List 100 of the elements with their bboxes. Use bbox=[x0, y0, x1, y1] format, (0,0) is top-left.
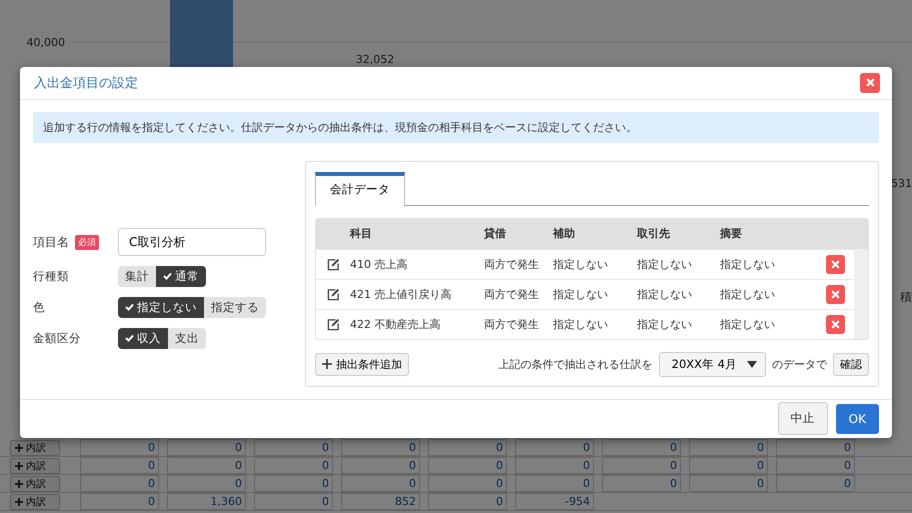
column-header: 貸借 bbox=[484, 226, 507, 242]
amount-field[interactable]: 0 bbox=[428, 439, 507, 456]
amount-field[interactable]: 0 bbox=[341, 457, 420, 474]
required-badge: 必須 bbox=[75, 234, 99, 250]
plus-icon bbox=[14, 496, 24, 506]
amount-field[interactable]: 0 bbox=[167, 457, 246, 474]
plus-icon bbox=[14, 478, 24, 488]
table-cell-text: 指定しない bbox=[720, 316, 776, 332]
delete-button[interactable] bbox=[826, 314, 845, 334]
amount-field[interactable]: 852 bbox=[341, 493, 420, 510]
dialog-title: 入出金項目の設定 bbox=[34, 74, 138, 92]
period-suffix: のデータで bbox=[772, 356, 827, 372]
axis-tick-label: 40,000 bbox=[26, 36, 65, 49]
amount-field[interactable]: 0 bbox=[80, 475, 159, 492]
amount-field[interactable]: 1,360 bbox=[167, 493, 246, 510]
breakdown-button[interactable]: 内訳 bbox=[10, 440, 60, 456]
table-cell-text: 両方で発生 bbox=[484, 316, 540, 332]
period-prefix: 上記の条件で抽出される仕訳を bbox=[498, 356, 653, 372]
cancel-button[interactable]: 中止 bbox=[778, 402, 828, 436]
amount-field[interactable]: 0 bbox=[254, 457, 333, 474]
amount-field[interactable]: 0 bbox=[254, 493, 333, 510]
amount-field[interactable]: 0 bbox=[167, 439, 246, 456]
toggle-option[interactable]: 支出 bbox=[168, 328, 206, 350]
close-button[interactable] bbox=[860, 72, 880, 93]
toggle-option[interactable]: 通常 bbox=[156, 266, 206, 288]
table-cell-text: 421 売上値引戻り高 bbox=[350, 286, 452, 302]
column-header: 補助 bbox=[553, 226, 576, 242]
table-cell-text: 指定しない bbox=[720, 286, 776, 302]
table-cell-text: 指定しない bbox=[637, 316, 693, 332]
tab[interactable]: 会計データ bbox=[315, 172, 405, 206]
column-header: 科目 bbox=[350, 226, 373, 242]
plus-icon bbox=[14, 442, 24, 452]
table-cell-text: 410 売上高 bbox=[350, 256, 408, 272]
amount-field[interactable]: 0 bbox=[602, 439, 681, 456]
amount-field[interactable]: 0 bbox=[689, 457, 768, 474]
amount-field[interactable]: 0 bbox=[428, 475, 507, 492]
close-icon bbox=[831, 290, 840, 299]
scrollbar[interactable] bbox=[854, 248, 868, 339]
close-icon bbox=[831, 320, 840, 329]
amount-field[interactable]: -954 bbox=[515, 493, 594, 510]
amount-field[interactable]: 0 bbox=[80, 493, 159, 510]
table-cell-text: 指定しない bbox=[637, 256, 693, 272]
amount-field[interactable]: 0 bbox=[776, 457, 855, 474]
amount-field[interactable]: 0 bbox=[515, 475, 594, 492]
check-icon bbox=[125, 334, 134, 342]
amount-field[interactable]: 0 bbox=[341, 475, 420, 492]
toggle-option[interactable]: 収入 bbox=[118, 328, 168, 350]
toggle-option[interactable]: 指定する bbox=[204, 297, 266, 318]
amount-field[interactable]: 0 bbox=[776, 475, 855, 492]
amount-field[interactable]: 0 bbox=[428, 493, 507, 510]
toggle-option[interactable]: 指定しない bbox=[118, 297, 204, 318]
plus-icon bbox=[322, 359, 332, 370]
breakdown-button[interactable]: 内訳 bbox=[10, 458, 60, 474]
edit-icon[interactable] bbox=[326, 288, 340, 301]
check-icon bbox=[163, 272, 172, 280]
item-name-field[interactable]: C取引分析 bbox=[118, 228, 266, 256]
plus-icon bbox=[14, 460, 24, 470]
delete-button[interactable] bbox=[826, 254, 845, 274]
amount-field[interactable]: 0 bbox=[254, 439, 333, 456]
info-message: 追加する行の情報を指定してください。仕訳データからの抽出条件は、現預金の相手科目をベースに設定してください。 bbox=[33, 112, 879, 143]
table-cell-text: 指定しない bbox=[720, 256, 776, 272]
column-header: 取引先 bbox=[637, 226, 671, 242]
amount-field[interactable]: 0 bbox=[428, 457, 507, 474]
ok-button[interactable]: OK bbox=[836, 404, 879, 434]
add-condition-button[interactable]: 抽出条件追加 bbox=[315, 352, 409, 376]
table-cell-text: 両方で発生 bbox=[484, 286, 540, 302]
field-label: 行種類 bbox=[33, 269, 70, 284]
breakdown-button[interactable]: 内訳 bbox=[10, 476, 60, 492]
amount-field[interactable]: 0 bbox=[602, 457, 681, 474]
value-label: 32,052 bbox=[356, 53, 394, 66]
breakdown-button[interactable]: 内訳 bbox=[10, 494, 60, 510]
confirm-button[interactable]: 確認 bbox=[833, 352, 869, 376]
amount-field[interactable]: 0 bbox=[515, 457, 594, 474]
check-icon bbox=[125, 303, 134, 312]
amount-field[interactable]: 0 bbox=[341, 439, 420, 456]
close-icon bbox=[866, 78, 874, 88]
table-cell-text: 指定しない bbox=[637, 286, 693, 302]
period-dropdown[interactable]: 20XX年 4月 bbox=[658, 352, 766, 377]
toggle-option[interactable]: 集計 bbox=[118, 266, 156, 288]
field-label: 色 bbox=[33, 300, 46, 316]
table-cell-text: 両方で発生 bbox=[484, 256, 540, 272]
amount-field[interactable]: 0 bbox=[80, 439, 159, 456]
caret-icon bbox=[747, 360, 757, 368]
edit-icon[interactable] bbox=[326, 258, 340, 271]
field-label: 項目名 bbox=[33, 234, 69, 251]
table-cell-text: 指定しない bbox=[553, 286, 609, 302]
amount-field[interactable]: 0 bbox=[602, 475, 681, 492]
amount-field[interactable]: 0 bbox=[80, 457, 159, 474]
amount-field[interactable]: 0 bbox=[776, 439, 855, 456]
amount-field[interactable]: 0 bbox=[254, 475, 333, 492]
edit-icon[interactable] bbox=[326, 318, 340, 331]
amount-field[interactable]: 0 bbox=[689, 439, 768, 456]
table-cell-text: 422 不動産売上高 bbox=[350, 316, 442, 332]
amount-field[interactable]: 0 bbox=[167, 475, 246, 492]
table-cell-text: 指定しない bbox=[553, 316, 609, 332]
amount-field[interactable]: 0 bbox=[689, 475, 768, 492]
amount-field[interactable]: 0 bbox=[515, 439, 594, 456]
column-header: 摘要 bbox=[720, 226, 743, 242]
side-label: 積 bbox=[900, 290, 912, 304]
delete-button[interactable] bbox=[826, 284, 845, 304]
